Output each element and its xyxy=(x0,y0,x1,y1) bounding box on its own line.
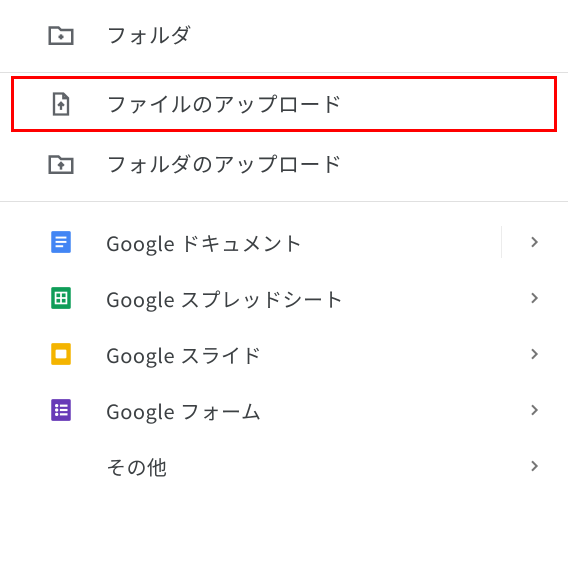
slides-icon xyxy=(44,337,78,371)
menu-item-other[interactable]: その他 xyxy=(0,438,568,494)
menu-item-google-sheets[interactable]: Google スプレッドシート xyxy=(0,270,568,326)
chevron-right-icon xyxy=(526,290,542,306)
menu-label: フォルダのアップロード xyxy=(106,149,343,179)
divider xyxy=(0,201,568,202)
menu-item-google-slides[interactable]: Google スライド xyxy=(0,326,568,382)
menu-label: ファイルのアップロード xyxy=(106,89,343,119)
menu-item-google-docs[interactable]: Google ドキュメント xyxy=(0,214,568,270)
menu-item-folder-upload[interactable]: フォルダのアップロード xyxy=(0,135,568,193)
file-upload-icon xyxy=(44,87,78,121)
chevron-right-icon xyxy=(526,458,542,474)
menu-label: Google ドキュメント xyxy=(106,228,303,257)
chevron-right-icon xyxy=(526,234,542,250)
menu-label: その他 xyxy=(106,452,168,481)
chevron-right-icon xyxy=(526,346,542,362)
folder-plus-icon xyxy=(44,18,78,52)
menu-label: フォルダ xyxy=(106,20,192,50)
menu-item-new-folder[interactable]: フォルダ xyxy=(0,6,568,64)
new-menu: フォルダ ファイルのアップロード フォルダのアップロード xyxy=(0,0,568,494)
menu-label: Google フォーム xyxy=(106,396,261,425)
menu-label: Google スライド xyxy=(106,340,262,369)
folder-upload-icon xyxy=(44,147,78,181)
menu-item-google-forms[interactable]: Google フォーム xyxy=(0,382,568,438)
separator xyxy=(501,226,502,258)
menu-label: Google スプレッドシート xyxy=(106,284,344,313)
divider xyxy=(0,72,568,73)
chevron-right-icon xyxy=(526,402,542,418)
sheets-icon xyxy=(44,281,78,315)
menu-item-file-upload[interactable]: ファイルのアップロード xyxy=(12,77,556,131)
docs-icon xyxy=(44,225,78,259)
forms-icon xyxy=(44,393,78,427)
